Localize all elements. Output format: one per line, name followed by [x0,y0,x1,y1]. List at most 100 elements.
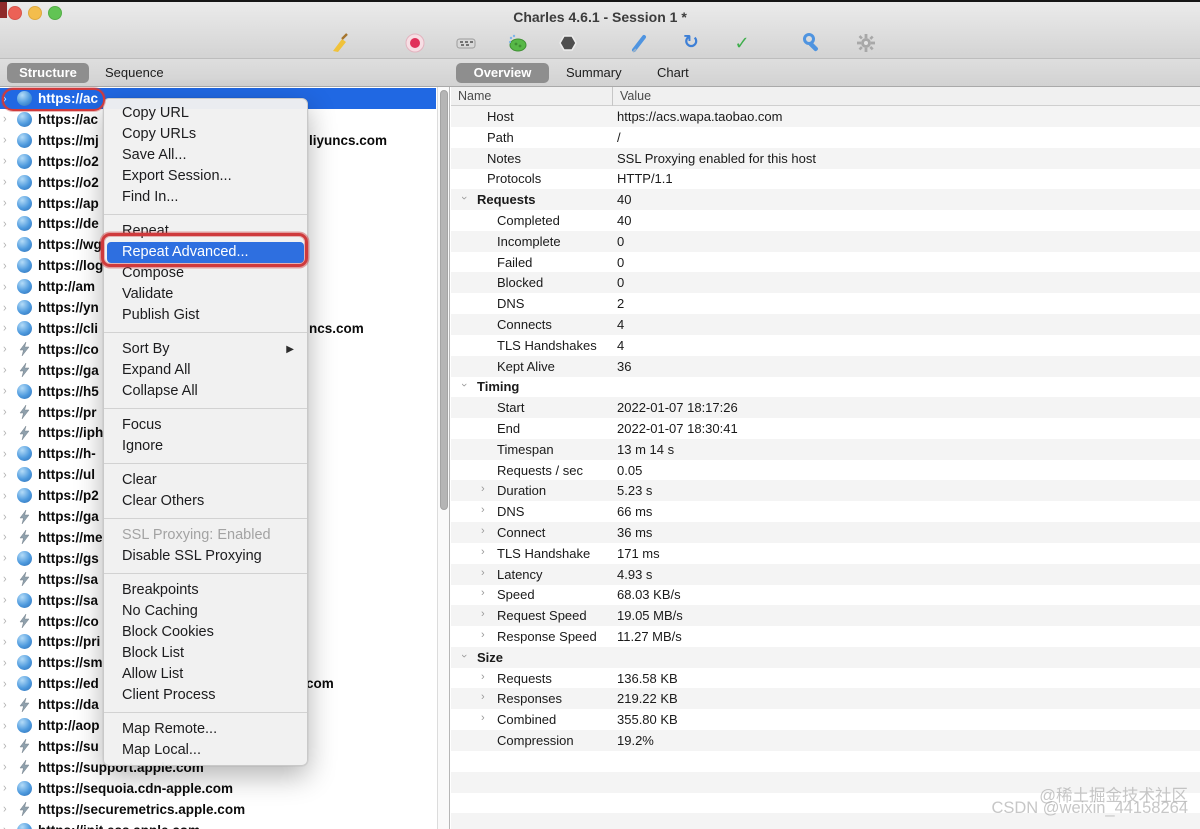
disclosure-chevron-icon[interactable]: › [3,573,15,586]
menu-item-validate[interactable]: Validate [104,284,307,305]
table-row-size[interactable]: › Size [451,646,1200,668]
menu-item-publish-gist[interactable]: Publish Gist [104,305,307,326]
disclosure-chevron-icon[interactable]: › [3,113,15,126]
table-row-notes[interactable]: Notes SSL Proxying enabled for this host [451,147,1200,169]
disclosure-chevron-icon[interactable]: › [3,155,15,168]
table-row-kept-alive[interactable]: Kept Alive 36 [451,355,1200,377]
tab-structure[interactable]: Structure [7,63,89,83]
record-icon[interactable] [403,31,427,55]
row-expand-chevron-icon[interactable]: › [481,504,485,516]
menu-item-expand-all[interactable]: Expand All [104,360,307,381]
menu-item-no-caching[interactable]: No Caching [104,601,307,622]
row-expand-chevron-icon[interactable]: › [481,712,485,724]
tools-wrench-icon[interactable] [801,31,825,55]
disclosure-chevron-icon[interactable]: › [3,92,15,105]
tree-row-https-sequoia-cdn-apple-com[interactable]: › https://sequoia.cdn-apple.com [0,778,436,799]
table-row-requests[interactable]: › Requests 136.58 KB [451,668,1200,689]
menu-item-ignore[interactable]: Ignore [104,436,307,457]
menu-item-find-in[interactable]: Find In... [104,187,307,208]
disclosure-chevron-icon[interactable]: › [3,802,15,815]
table-row-responses[interactable]: › Responses 219.22 KB [451,688,1200,710]
disclosure-chevron-icon[interactable]: › [3,823,15,829]
tab-sequence[interactable]: Sequence [105,65,164,80]
table-row-requests[interactable]: › Requests 40 [451,189,1200,211]
row-expand-chevron-icon[interactable]: › [481,671,485,683]
menu-item-copy-url[interactable]: Copy URL [104,103,307,124]
disclosure-chevron-icon[interactable]: › [3,259,15,272]
table-row-timing[interactable]: › Timing [451,376,1200,397]
table-row-latency[interactable]: › Latency 4.93 s [451,563,1200,585]
disclosure-chevron-icon[interactable]: › [3,468,15,481]
menu-item-repeat-advanced[interactable]: Repeat Advanced... [107,242,304,263]
disclosure-chevron-icon[interactable]: › [3,364,15,377]
section-collapse-chevron-icon[interactable]: › [458,196,470,200]
table-row-response-speed[interactable]: › Response Speed 11.27 MB/s [451,626,1200,647]
row-expand-chevron-icon[interactable]: › [481,567,485,579]
table-row-connects[interactable]: Connects 4 [451,314,1200,335]
disclosure-chevron-icon[interactable]: › [3,384,15,397]
disclosure-chevron-icon[interactable]: › [3,698,15,711]
repeat-icon[interactable]: ↻ [679,31,703,55]
tree-row-https-securemetrics-apple-com[interactable]: › https://securemetrics.apple.com [0,799,436,820]
disclosure-chevron-icon[interactable]: › [3,489,15,502]
table-row-tls-handshakes[interactable]: TLS Handshakes 4 [451,335,1200,356]
tree-scrollbar-track[interactable] [437,87,449,829]
table-row-requests-sec[interactable]: Requests / sec 0.05 [451,460,1200,481]
disclosure-chevron-icon[interactable]: › [3,552,15,565]
menu-item-breakpoints[interactable]: Breakpoints [104,580,307,601]
table-row-failed[interactable]: Failed 0 [451,252,1200,273]
disclosure-chevron-icon[interactable]: › [3,719,15,732]
disclosure-chevron-icon[interactable]: › [3,426,15,439]
throttle-icon[interactable] [454,31,478,55]
disclosure-chevron-icon[interactable]: › [3,217,15,230]
column-header-name[interactable]: Name [458,89,491,103]
disclosure-chevron-icon[interactable]: › [3,322,15,335]
menu-item-map-local[interactable]: Map Local... [104,740,307,761]
row-expand-chevron-icon[interactable]: › [481,608,485,620]
disclosure-chevron-icon[interactable]: › [3,343,15,356]
settings-gear-icon[interactable] [854,31,878,55]
table-row-speed[interactable]: › Speed 68.03 KB/s [451,584,1200,605]
disclosure-chevron-icon[interactable]: › [3,614,15,627]
disclosure-chevron-icon[interactable]: › [3,510,15,523]
menu-item-block-cookies[interactable]: Block Cookies [104,622,307,643]
disclosure-chevron-icon[interactable]: › [3,405,15,418]
disclosure-chevron-icon[interactable]: › [3,593,15,606]
tab-summary[interactable]: Summary [566,65,622,80]
disclosure-chevron-icon[interactable]: › [3,175,15,188]
disclosure-chevron-icon[interactable]: › [3,531,15,544]
table-row-incomplete[interactable]: Incomplete 0 [451,230,1200,252]
table-row-blocked[interactable]: Blocked 0 [451,272,1200,294]
table-row-compression[interactable]: Compression 19.2% [451,730,1200,751]
menu-item-disable-ssl-proxying[interactable]: Disable SSL Proxying [104,546,307,567]
disclosure-chevron-icon[interactable]: › [3,656,15,669]
disclosure-chevron-icon[interactable]: › [3,280,15,293]
row-expand-chevron-icon[interactable]: › [481,691,485,703]
menu-item-sort-by[interactable]: Sort By ▶ [104,339,307,360]
table-row-tls-handshake[interactable]: › TLS Handshake 171 ms [451,543,1200,564]
table-row-start[interactable]: Start 2022-01-07 18:17:26 [451,397,1200,419]
menu-item-copy-urls[interactable]: Copy URLs [104,124,307,145]
tab-overview[interactable]: Overview [456,63,549,83]
menu-item-client-process[interactable]: Client Process [104,685,307,706]
tab-chart[interactable]: Chart [657,65,689,80]
table-row-host[interactable]: Host https://acs.wapa.taobao.com [451,106,1200,127]
tree-row-https-init-ess-apple-com[interactable]: › https://init.ess.apple.com [0,820,436,829]
menu-item-block-list[interactable]: Block List [104,643,307,664]
breakpoints-hexagon-icon[interactable] [556,31,580,55]
menu-item-export-session[interactable]: Export Session... [104,166,307,187]
row-expand-chevron-icon[interactable]: › [481,629,485,641]
column-divider[interactable] [612,87,613,106]
menu-item-compose[interactable]: Compose [104,263,307,284]
tree-scrollbar-thumb[interactable] [440,90,448,510]
table-row-completed[interactable]: Completed 40 [451,210,1200,231]
menu-item-clear-others[interactable]: Clear Others [104,491,307,512]
menu-item-save-all[interactable]: Save All... [104,145,307,166]
disclosure-chevron-icon[interactable]: › [3,301,15,314]
disclosure-chevron-icon[interactable]: › [3,134,15,147]
row-expand-chevron-icon[interactable]: › [481,525,485,537]
menu-item-collapse-all[interactable]: Collapse All [104,381,307,402]
turtle-icon[interactable] [505,31,529,55]
table-row-path[interactable]: Path / [451,127,1200,148]
disclosure-chevron-icon[interactable]: › [3,761,15,774]
